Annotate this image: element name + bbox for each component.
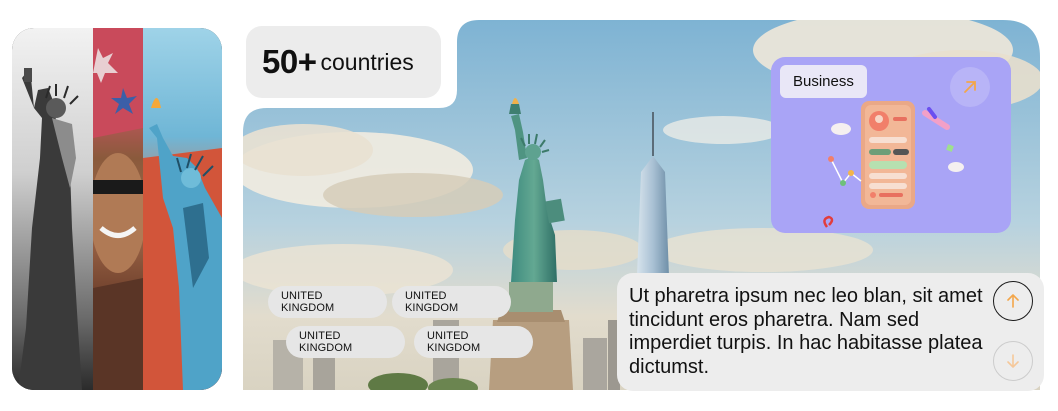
scroll-down-button[interactable] — [993, 341, 1033, 381]
arrow-up-icon — [1007, 294, 1019, 308]
countries-label: countries — [320, 48, 414, 75]
country-chip[interactable]: UNITED KINGDOM — [392, 286, 511, 318]
description-text: Ut pharetra ipsum nec leo blan, sit amet… — [629, 285, 983, 378]
country-chip[interactable]: UNITED KINGDOM — [268, 286, 387, 318]
countries-stat: 50+ countries — [246, 26, 441, 98]
collage-strip-portrait — [93, 28, 143, 390]
country-chip[interactable]: UNITED KINGDOM — [414, 326, 533, 358]
business-illustration — [823, 101, 964, 228]
countries-count: 50+ — [262, 43, 317, 80]
scroll-up-button[interactable] — [993, 281, 1033, 321]
description-panel: Ut pharetra ipsum nec leo blan, sit amet… — [617, 273, 1044, 391]
business-card[interactable]: Business — [771, 57, 1011, 233]
collage-strip-monochrome — [12, 28, 93, 390]
country-chip[interactable]: UNITED KINGDOM — [286, 326, 405, 358]
arrow-down-icon — [1007, 354, 1019, 368]
statue-collage-image — [12, 28, 222, 390]
collage-strip-illustrated — [143, 28, 222, 390]
